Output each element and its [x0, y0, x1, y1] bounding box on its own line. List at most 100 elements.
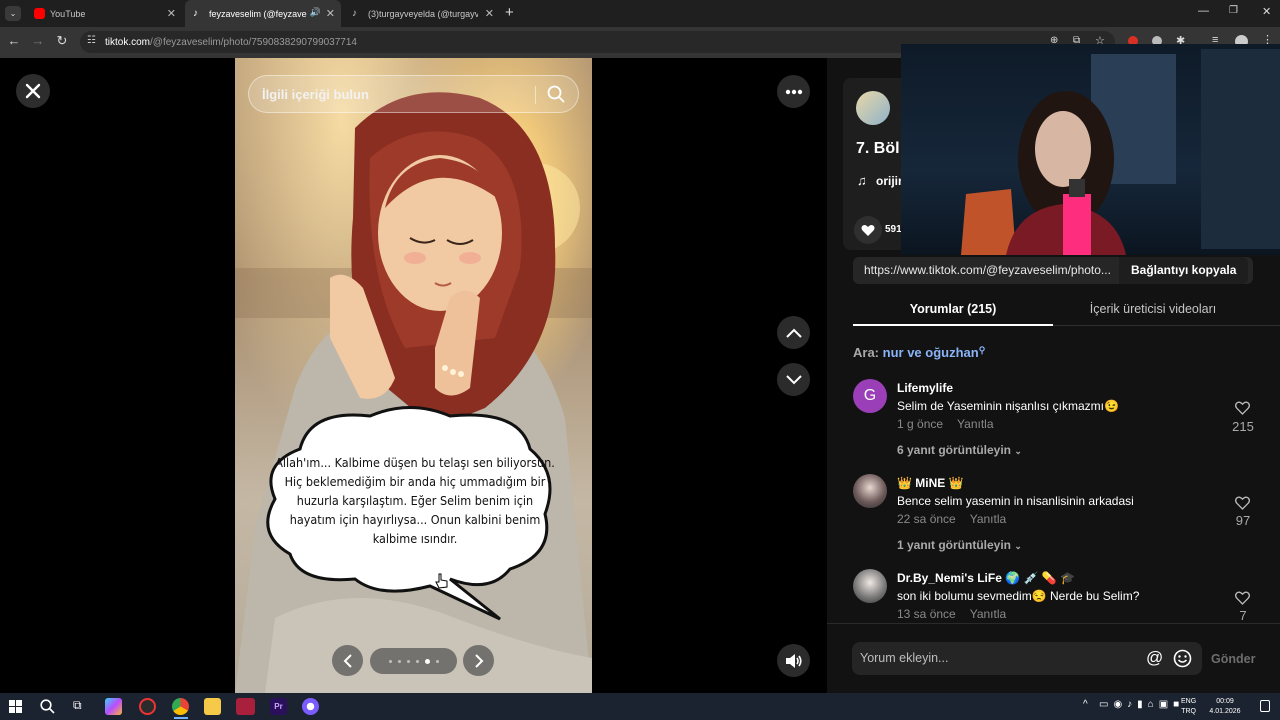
tabs-divider	[1053, 325, 1280, 326]
clock[interactable]: 00:09 4.01.2026	[1205, 697, 1245, 717]
view-replies-button[interactable]: 1 yanıt görüntüleyin ⌄	[897, 538, 1022, 552]
search-suggestion-query[interactable]: nur ve oğuzhan	[883, 345, 979, 360]
comment-like-icon[interactable]	[1235, 591, 1250, 605]
tab-search-button[interactable]: ⌄	[5, 6, 21, 21]
chevron-down-icon	[785, 374, 802, 384]
send-comment-button[interactable]: Gönder	[1211, 652, 1255, 666]
comment-like-icon[interactable]	[1235, 401, 1250, 415]
tiktok-icon: ♪	[193, 8, 198, 19]
close-tab-icon[interactable]: ✕	[485, 7, 494, 20]
share-link-url[interactable]: https://www.tiktok.com/@feyzaveselim/pho…	[864, 263, 1120, 277]
close-tab-icon[interactable]: ✕	[326, 7, 335, 20]
comment-meta: 1 g önce Yanıtla	[897, 417, 1280, 431]
search-suggestion[interactable]: Ara: nur ve oğuzhan⚲	[853, 345, 985, 360]
tab-comments[interactable]: Yorumlar (215)	[853, 302, 1053, 316]
premiere-pro-icon[interactable]: Pr	[270, 698, 287, 715]
more-horizontal-icon	[785, 89, 802, 94]
carousel-dot[interactable]	[406, 659, 410, 663]
minimize-button[interactable]: —	[1198, 5, 1209, 17]
carousel-dot[interactable]	[435, 659, 439, 663]
music-note-icon: ♫	[857, 173, 867, 188]
chevron-left-icon	[343, 653, 352, 668]
copilot-icon[interactable]	[105, 698, 122, 715]
url-path: /@feyzaveselim/photo/7590838290799037714	[150, 36, 357, 48]
view-replies-label: 6 yanıt görüntüleyin	[897, 443, 1012, 457]
tiktok-icon: ♪	[352, 8, 357, 19]
comment-author[interactable]: Dr.By_Nemi's LiFe 🌍 💉 💊 🎓	[897, 571, 1280, 585]
chrome-icon[interactable]	[172, 698, 189, 715]
view-replies-label: 1 yanıt görüntüleyin	[897, 538, 1012, 552]
view-replies-button[interactable]: 6 yanıt görüntüleyin ⌄	[897, 443, 1022, 457]
app-icon[interactable]	[302, 698, 319, 715]
copy-link-button[interactable]: Bağlantıyı kopyala	[1119, 257, 1249, 284]
app-icon[interactable]	[139, 698, 156, 715]
search-suggestion-prefix: Ara:	[853, 345, 880, 360]
language-indicator[interactable]: ENG TRQ	[1181, 697, 1196, 717]
close-window-button[interactable]: ✕	[1262, 5, 1271, 18]
close-icon	[25, 83, 41, 99]
comment-avatar[interactable]	[853, 569, 887, 603]
mention-icon[interactable]: @	[1146, 648, 1163, 668]
language-secondary: TRQ	[1181, 708, 1196, 715]
carousel-dots	[370, 648, 457, 674]
reload-button[interactable]: ↻	[53, 33, 71, 49]
close-tab-icon[interactable]: ✕	[167, 7, 176, 20]
post-title: 7. Böl	[856, 140, 900, 157]
comment-item: Dr.By_Nemi's LiFe 🌍 💉 💊 🎓 son iki bolumu…	[897, 571, 1280, 621]
comment-text: Selim de Yaseminin nişanlısı çıkmazmı😉	[897, 399, 1119, 413]
file-explorer-icon[interactable]	[204, 698, 221, 715]
search-icon[interactable]	[40, 699, 55, 714]
related-search-box[interactable]: İlgili içeriği bulun	[248, 75, 579, 113]
comment-meta: 13 sa önce Yanıtla	[897, 607, 1280, 621]
tab-turgayveyelda[interactable]: ♪ (3)turgayveyelda (@turgayve ✕	[344, 0, 500, 27]
reply-button[interactable]: Yanıtla	[970, 607, 1006, 621]
tab-youtube[interactable]: YouTube ✕	[26, 0, 182, 27]
reply-button[interactable]: Yanıtla	[957, 417, 993, 431]
carousel-dot[interactable]	[415, 659, 419, 663]
restore-button[interactable]: ❐	[1229, 5, 1238, 16]
windows-taskbar: ⧉ Pr ^ ▭◉♪▮⌂▣■ ENG TRQ 00:09 4.01.2026	[0, 693, 1280, 720]
comment-author[interactable]: Lifemylife	[897, 381, 1280, 395]
comment-input[interactable]: Yorum ekleyin... @	[852, 642, 1202, 675]
notification-icon[interactable]	[1260, 700, 1270, 712]
voicemeeter-icon[interactable]	[236, 698, 255, 715]
emoji-icon[interactable]	[1173, 649, 1192, 668]
comment-like-count: 7	[1239, 608, 1247, 623]
close-viewer-button[interactable]	[16, 74, 50, 108]
task-view-icon[interactable]: ⧉	[73, 698, 82, 713]
site-info-icon[interactable]: ☷	[87, 35, 96, 46]
next-post-button[interactable]	[777, 363, 810, 396]
tray-icons[interactable]: ▭◉♪▮⌂▣■	[1099, 699, 1184, 710]
comment-avatar[interactable]	[853, 474, 887, 508]
carousel-dot[interactable]	[424, 658, 430, 664]
comment-author[interactable]: 👑 MiNE 👑	[897, 476, 1280, 490]
more-options-button[interactable]	[777, 75, 810, 108]
reply-button[interactable]: Yanıtla	[970, 512, 1006, 526]
forward-button[interactable]: →	[29, 33, 47, 48]
tab-feyzaveselim[interactable]: ♪ feyzaveselim (@feyzavesel 🔊 ✕	[185, 0, 341, 27]
carousel-dot[interactable]	[397, 659, 401, 663]
tray-chevron-icon[interactable]: ^	[1083, 699, 1088, 710]
search-icon[interactable]	[547, 85, 565, 103]
language-primary: ENG	[1181, 698, 1197, 705]
tab-creator-videos[interactable]: İçerik üreticisi videoları	[1053, 302, 1253, 316]
comment-input-placeholder: Yorum ekleyin...	[860, 651, 949, 665]
audio-playing-icon[interactable]: 🔊	[310, 7, 321, 18]
carousel-prev-button[interactable]	[332, 645, 363, 676]
like-button[interactable]	[854, 216, 882, 244]
back-button[interactable]: ←	[5, 33, 23, 48]
active-app-indicator	[174, 717, 188, 719]
comment-like-icon[interactable]	[1235, 496, 1250, 510]
previous-post-button[interactable]	[777, 316, 810, 349]
post-photo[interactable]: İlgili içeriği bulun Allah'ım... Kalbime…	[235, 58, 592, 693]
windows-start-icon[interactable]	[9, 700, 22, 713]
comment-text: son iki bolumu sevmedim😒 Nerde bu Selim?	[897, 589, 1140, 603]
volume-button[interactable]	[777, 644, 810, 677]
comment-avatar[interactable]: G	[853, 379, 887, 413]
carousel-dot[interactable]	[388, 659, 392, 663]
carousel-next-button[interactable]	[463, 645, 494, 676]
streamer-webcam-feed	[961, 49, 1280, 255]
creator-avatar[interactable]	[856, 91, 890, 125]
new-tab-button[interactable]: +	[505, 4, 514, 21]
search-divider	[535, 86, 536, 104]
